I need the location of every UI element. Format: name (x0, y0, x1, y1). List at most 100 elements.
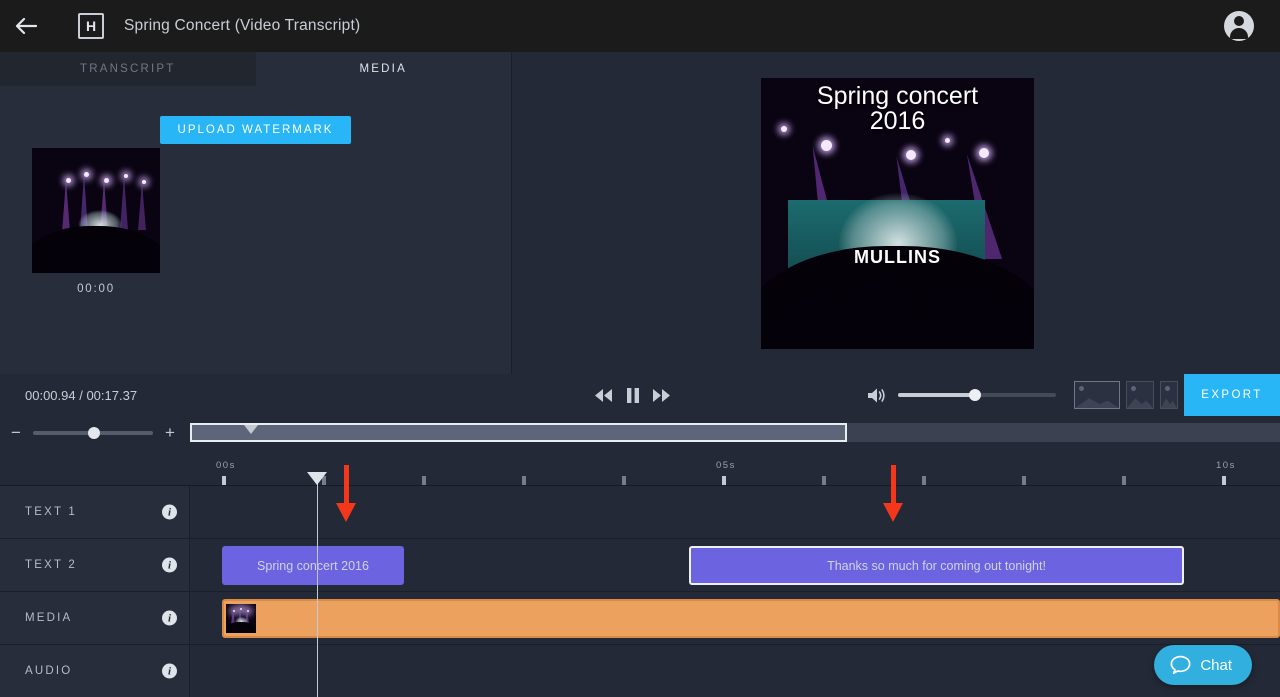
aspect-ratio-group (1074, 381, 1178, 409)
media-timestamp: 00:00 (77, 283, 115, 295)
ruler-tick (1022, 476, 1026, 485)
fast-forward-icon (653, 388, 670, 402)
chat-widget-button[interactable]: Chat (1154, 645, 1252, 685)
tab-transcript[interactable]: TRANSCRIPT (0, 52, 256, 86)
clip-label: Thanks so much for coming out tonight! (827, 558, 1046, 573)
ruler-tick (822, 476, 826, 485)
volume-slider-handle[interactable] (969, 389, 981, 401)
timeline-ruler[interactable]: 00s 05s 10s (0, 449, 1280, 486)
zoom-slider[interactable] (32, 426, 153, 439)
track-row: TEXT 1 i (0, 486, 1280, 539)
export-button[interactable]: EXPORT (1184, 374, 1280, 416)
square-mountain-icon (1127, 398, 1153, 408)
avatar-head (1234, 16, 1244, 26)
aspect-ratio-square[interactable] (1126, 381, 1154, 409)
concert-scene-thumb (32, 148, 160, 273)
avatar[interactable] (1224, 11, 1254, 41)
app-header: H Spring Concert (Video Transcript) (0, 0, 1280, 52)
app-logo: H (78, 13, 104, 39)
landscape-dot-icon (1079, 386, 1084, 391)
ruler-tick (422, 476, 426, 485)
track-lane[interactable] (190, 645, 1280, 697)
timeline-clip[interactable] (222, 599, 1280, 638)
logo-letter: H (85, 18, 97, 34)
left-panel: TRANSCRIPT MEDIA UPLOAD WATERMARK 00:00 (0, 52, 512, 374)
media-item[interactable]: 00:00 (32, 148, 160, 295)
track-row: TEXT 2 i Spring concert 2016 Thanks so much… (0, 539, 1280, 592)
track-label: MEDIA (25, 612, 73, 624)
square-dot-icon (1131, 386, 1136, 391)
zoom-out-button[interactable]: − (11, 423, 21, 443)
panel-tabs: TRANSCRIPT MEDIA (0, 52, 511, 86)
ruler-tick (622, 476, 626, 485)
ruler-label: 10s (1216, 460, 1236, 471)
aspect-ratio-landscape[interactable] (1074, 381, 1120, 409)
back-button[interactable] (0, 0, 52, 52)
video-preview[interactable]: MULLINS Spring concert 2016 (761, 78, 1034, 349)
ruler-tick (1122, 476, 1126, 485)
track-lane[interactable]: Spring concert 2016 Thanks so much for co… (190, 539, 1280, 591)
tab-media[interactable]: MEDIA (255, 52, 511, 86)
timeline-scrollbar-thumb[interactable] (190, 423, 847, 442)
stage-brand-text: MULLINS (854, 246, 941, 267)
track-lane[interactable] (190, 592, 1280, 644)
portrait-dot-icon (1165, 386, 1170, 391)
rewind-button[interactable] (595, 388, 613, 402)
track-row: AUDIO i (0, 645, 1280, 697)
concert-scene-clip (226, 604, 256, 633)
clip-label: Spring concert 2016 (257, 558, 369, 573)
info-icon[interactable]: i (162, 557, 177, 573)
ruler-tick (222, 476, 226, 485)
track-header-text-1[interactable]: TEXT 1 i (0, 486, 190, 538)
transport-bar: 00:00.94 / 00:17.37 EXPORT (0, 374, 1280, 416)
portrait-mountain-icon (1161, 398, 1177, 408)
volume-slider-fill (898, 393, 976, 397)
track-label: TEXT 2 (25, 559, 77, 571)
chat-bubble-icon (1170, 655, 1191, 675)
clip-thumbnail (226, 604, 256, 633)
time-display: 00:00.94 / 00:17.37 (25, 387, 138, 403)
zoom-slider-handle[interactable] (87, 426, 100, 439)
page-title: Spring Concert (Video Transcript) (124, 17, 361, 34)
volume-control (868, 388, 1056, 403)
volume-slider[interactable] (898, 389, 1056, 401)
info-icon[interactable]: i (162, 663, 177, 679)
rewind-icon (595, 388, 612, 402)
video-overlay-text: Spring concert 2016 (761, 84, 1034, 134)
aspect-ratio-portrait[interactable] (1160, 381, 1178, 409)
track-label: TEXT 1 (25, 506, 77, 518)
info-icon[interactable]: i (162, 504, 177, 520)
ruler-label: 00s (216, 460, 236, 471)
track-row: MEDIA i (0, 592, 1280, 645)
video-editor-app: H Spring Concert (Video Transcript) TRAN… (0, 0, 1280, 697)
landscape-mountain-icon (1075, 398, 1119, 408)
ruler-tick (722, 476, 726, 485)
timeline-clip[interactable]: Spring concert 2016 (222, 546, 404, 585)
track-label: AUDIO (25, 665, 73, 677)
preview-area: MULLINS Spring concert 2016 (512, 52, 1280, 374)
pause-button[interactable] (627, 387, 639, 403)
track-header-media[interactable]: MEDIA i (0, 592, 190, 644)
scrollbar-position-marker (244, 425, 258, 434)
media-thumbnail[interactable] (32, 148, 160, 273)
ruler-label: 05s (716, 460, 736, 471)
upload-watermark-button[interactable]: UPLOAD WATERMARK (159, 116, 352, 144)
ruler-tick (1222, 476, 1226, 485)
info-icon[interactable]: i (162, 610, 177, 626)
timeline-scrollbar-track[interactable] (190, 423, 1280, 442)
volume-icon[interactable] (868, 388, 886, 403)
zoom-in-button[interactable]: + (165, 423, 175, 443)
red-time-cursor (344, 466, 348, 488)
timeline-tracks: TEXT 1 i TEXT 2 i Spring concert 2016 Thanks … (0, 486, 1280, 697)
playback-controls (595, 387, 671, 403)
ruler-tick (922, 476, 926, 485)
ruler-tick (522, 476, 526, 485)
track-lane[interactable] (190, 486, 1280, 538)
track-header-text-2[interactable]: TEXT 2 i (0, 539, 190, 591)
upload-watermark-row: UPLOAD WATERMARK (0, 116, 511, 144)
ruler-tick (322, 476, 326, 485)
timeline-clip[interactable]: Thanks so much for coming out tonight! (689, 546, 1184, 585)
forward-button[interactable] (653, 388, 671, 402)
track-header-audio[interactable]: AUDIO i (0, 645, 190, 697)
avatar-body (1230, 28, 1248, 39)
